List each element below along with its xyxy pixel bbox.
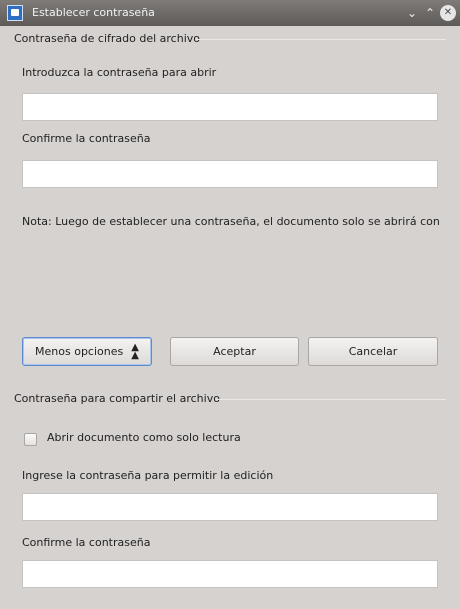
double-chevron-up-icon: ▲ ▲	[131, 341, 139, 361]
edit-password-label: Ingrese la contraseña para permitir la e…	[22, 469, 274, 482]
confirm-edit-password-input[interactable]	[22, 560, 438, 588]
accept-button[interactable]: Aceptar	[170, 337, 299, 366]
close-icon[interactable]: ✕	[440, 5, 456, 21]
encryption-section-divider	[196, 39, 446, 40]
encryption-note: Nota: Luego de establecer una contraseña…	[22, 215, 440, 228]
minimize-icon[interactable]: ⌄	[404, 5, 420, 21]
sharing-section-title: Contraseña para compartir el archivo	[14, 392, 220, 405]
confirm-password-input[interactable]	[22, 160, 438, 188]
less-options-button[interactable]: Menos opciones ▲ ▲	[22, 337, 152, 366]
readonly-checkbox[interactable]	[24, 433, 37, 446]
maximize-icon[interactable]: ⌃	[422, 5, 438, 21]
sharing-section-divider	[216, 399, 446, 400]
window-titlebar: Establecer contraseña ⌄ ⌃ ✕	[0, 0, 460, 26]
app-icon	[7, 5, 23, 21]
confirm-password-label: Confirme la contraseña	[22, 132, 151, 145]
less-options-label: Menos opciones	[35, 345, 124, 358]
cancel-button[interactable]: Cancelar	[308, 337, 438, 366]
encryption-section-title: Contraseña de cifrado del archivo	[14, 32, 201, 45]
edit-password-input[interactable]	[22, 493, 438, 521]
open-password-label: Introduzca la contraseña para abrir	[22, 66, 217, 79]
window-title: Establecer contraseña	[32, 6, 155, 19]
readonly-checkbox-label[interactable]: Abrir documento como solo lectura	[47, 431, 241, 444]
open-password-input[interactable]	[22, 93, 438, 121]
confirm-edit-password-label: Confirme la contraseña	[22, 536, 151, 549]
